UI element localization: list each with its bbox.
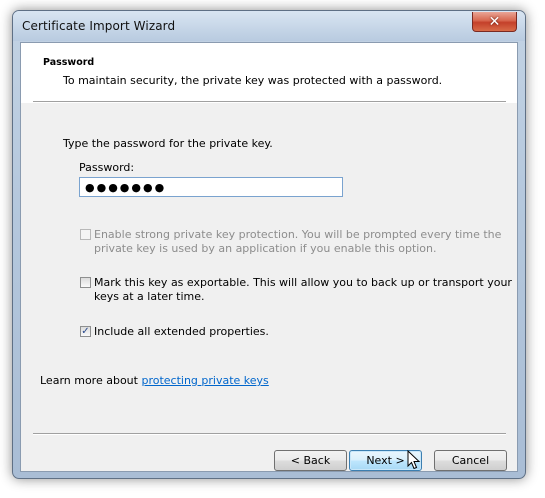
learn-more-prefix: Learn more about	[40, 374, 142, 387]
strong-protection-checkbox[interactable]	[80, 229, 91, 240]
cancel-button[interactable]: Cancel	[434, 450, 507, 471]
page-description: To maintain security, the private key wa…	[63, 74, 443, 87]
password-prompt: Type the password for the private key.	[63, 137, 273, 150]
title-bar[interactable]: Certificate Import Wizard ✕	[13, 11, 525, 41]
cancel-button-label: Cancel	[451, 454, 490, 467]
mouse-cursor-icon	[407, 450, 421, 470]
next-button-label: Next >	[366, 454, 405, 467]
password-value: ●●●●●●●	[85, 180, 167, 194]
exportable-checkbox[interactable]	[80, 277, 91, 288]
back-button[interactable]: < Back	[274, 450, 347, 471]
page-title: Password	[43, 57, 95, 68]
close-button[interactable]: ✕	[472, 12, 517, 32]
window-title: Certificate Import Wizard	[22, 19, 176, 33]
protecting-private-keys-link[interactable]: protecting private keys	[141, 374, 268, 387]
certificate-import-wizard-window: Certificate Import Wizard ✕ Password To …	[12, 10, 526, 479]
learn-more-text: Learn more about protecting private keys	[40, 374, 269, 387]
password-label: Password:	[79, 161, 135, 174]
password-input[interactable]: ●●●●●●●	[79, 177, 343, 197]
wizard-header: Password To maintain security, the priva…	[21, 43, 517, 103]
header-divider	[33, 101, 506, 103]
exportable-label-line1: Mark this key as exportable. This will a…	[94, 276, 512, 289]
strong-protection-label-line1: Enable strong private key protection. Yo…	[94, 228, 502, 241]
extended-properties-checkbox[interactable]: ✓	[80, 326, 91, 337]
close-icon: ✕	[488, 13, 501, 30]
back-button-label: < Back	[290, 454, 331, 467]
exportable-label-line2: keys at a later time.	[94, 290, 205, 303]
extended-properties-label: Include all extended properties.	[94, 325, 269, 338]
footer-divider	[33, 433, 506, 435]
strong-protection-label-line2: private key is used by an application if…	[94, 242, 437, 255]
wizard-client-area: Password To maintain security, the priva…	[20, 42, 518, 472]
checkmark-icon: ✓	[81, 326, 90, 337]
